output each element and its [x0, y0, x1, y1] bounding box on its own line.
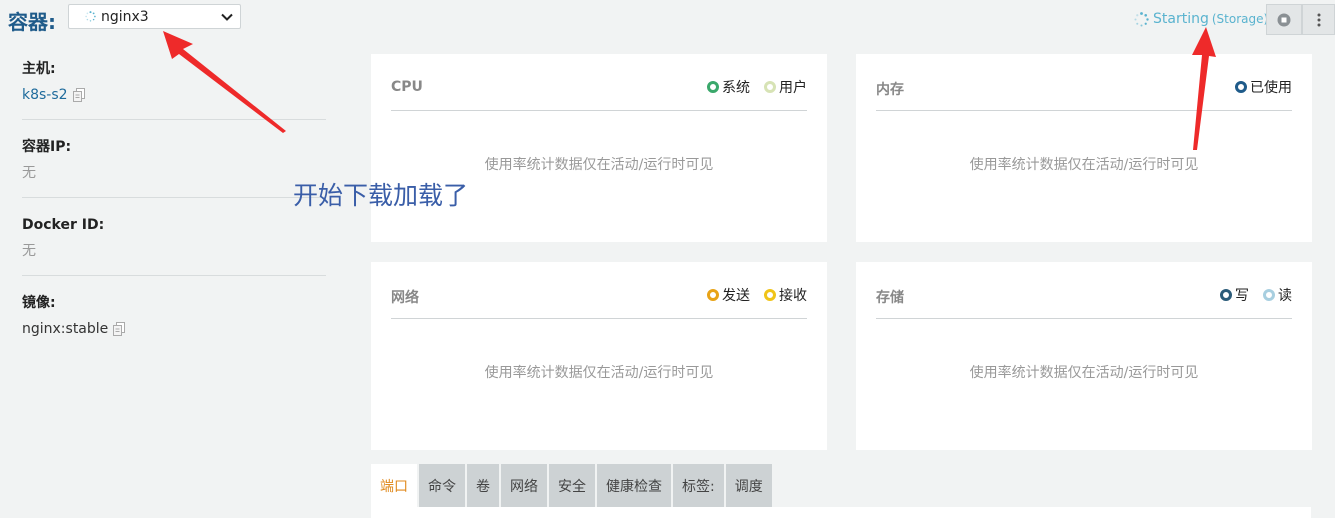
- legend-label: 发送: [722, 288, 750, 304]
- tab-health-check[interactable]: 健康检查: [597, 464, 671, 507]
- image-name: nginx:stable: [22, 321, 109, 337]
- info-value: 无: [22, 243, 36, 259]
- legend-item-read[interactable]: 读: [1263, 285, 1292, 305]
- container-select[interactable]: nginx3: [68, 4, 241, 29]
- card-title: 网络: [391, 290, 419, 306]
- legend: 系统 用户: [707, 77, 807, 97]
- info-docker-id: Docker ID: 无: [22, 210, 326, 276]
- legend-label: 系统: [722, 80, 750, 96]
- empty-message: 使用率统计数据仅在活动/运行时可见: [969, 157, 1199, 173]
- host-link[interactable]: k8s-s2: [22, 84, 68, 106]
- tab-volumes[interactable]: 卷: [467, 464, 499, 507]
- annotation-note: 开始下载加载了: [293, 181, 469, 210]
- legend-label: 用户: [779, 80, 807, 96]
- copy-icon[interactable]: [113, 322, 126, 336]
- legend-item-receive[interactable]: 接收: [764, 285, 807, 305]
- info-value: k8s-s2: [22, 84, 326, 106]
- legend: 已使用: [1235, 77, 1292, 97]
- status-subtext: (Storage): [1211, 12, 1269, 26]
- detail-tabs: 端口 命令 卷 网络 安全 健康检查 标签: 调度: [371, 464, 774, 507]
- storage-card: 存储 写 读 使用率统计数据仅在活动/运行时可见: [856, 262, 1312, 450]
- legend-dot-icon: [707, 81, 719, 93]
- tab-ports[interactable]: 端口: [371, 464, 417, 507]
- stop-button[interactable]: [1266, 4, 1302, 35]
- legend-item-user[interactable]: 用户: [764, 77, 807, 97]
- legend: 发送 接收: [707, 285, 807, 305]
- empty-message: 使用率统计数据仅在活动/运行时可见: [484, 365, 714, 381]
- card-title: 存储: [876, 290, 904, 306]
- info-value: 无: [22, 165, 36, 181]
- info-value: nginx:stable: [22, 318, 326, 340]
- legend-dot-icon: [764, 289, 776, 301]
- legend-dot-icon: [1235, 81, 1247, 93]
- tab-content: [371, 507, 1311, 518]
- memory-card: 内存 已使用 使用率统计数据仅在活动/运行时可见: [856, 54, 1312, 242]
- more-actions-button[interactable]: [1302, 4, 1335, 35]
- card-header: 内存 已使用: [876, 74, 1292, 111]
- info-image: 镜像: nginx:stable: [22, 288, 326, 353]
- stop-icon: [1277, 13, 1291, 26]
- copy-icon[interactable]: [72, 88, 85, 102]
- tab-command[interactable]: 命令: [419, 464, 465, 507]
- info-label: 镜像:: [22, 295, 56, 311]
- tab-scheduling[interactable]: 调度: [725, 464, 772, 507]
- legend-dot-icon: [1263, 289, 1275, 301]
- tab-labels[interactable]: 标签:: [673, 464, 724, 507]
- chevron-down-icon: [221, 13, 233, 21]
- card-header: CPU 系统 用户: [391, 74, 807, 111]
- empty-message: 使用率统计数据仅在活动/运行时可见: [969, 365, 1199, 381]
- container-info-panel: 主机: k8s-s2 容器IP: 无 Docker ID: 无 镜像: ngin…: [22, 54, 326, 365]
- legend-label: 读: [1278, 288, 1292, 304]
- loading-spinner-icon: [1134, 11, 1149, 27]
- cpu-card: CPU 系统 用户 使用率统计数据仅在活动/运行时可见: [371, 54, 827, 242]
- card-title: 内存: [876, 82, 904, 98]
- more-vertical-icon: [1317, 13, 1320, 26]
- info-container-ip: 容器IP: 无: [22, 132, 326, 198]
- tab-network[interactable]: 网络: [501, 464, 547, 507]
- info-label: 容器IP:: [22, 139, 72, 155]
- legend-label: 已使用: [1250, 80, 1292, 96]
- card-header: 存储 写 读: [876, 282, 1292, 319]
- legend-dot-icon: [1220, 289, 1232, 301]
- legend-label: 接收: [779, 288, 807, 304]
- legend-item-write[interactable]: 写: [1220, 285, 1249, 305]
- info-host: 主机: k8s-s2: [22, 54, 326, 120]
- page-title: 容器:: [8, 10, 56, 34]
- info-label: 主机:: [22, 61, 56, 77]
- loading-spinner-icon: [85, 11, 96, 22]
- container-select-value: nginx3: [101, 8, 149, 25]
- card-header: 网络 发送 接收: [391, 282, 807, 319]
- legend-item-send[interactable]: 发送: [707, 285, 750, 305]
- empty-message: 使用率统计数据仅在活动/运行时可见: [484, 157, 714, 173]
- status-indicator: Starting (Storage): [1134, 11, 1268, 27]
- info-label: Docker ID:: [22, 217, 105, 233]
- legend: 写 读: [1220, 285, 1292, 305]
- tab-security[interactable]: 安全: [549, 464, 595, 507]
- network-card: 网络 发送 接收 使用率统计数据仅在活动/运行时可见: [371, 262, 827, 450]
- legend-label: 写: [1235, 288, 1249, 304]
- status-text: Starting: [1153, 11, 1209, 27]
- legend-item-used[interactable]: 已使用: [1235, 77, 1292, 97]
- card-title: CPU: [391, 79, 423, 95]
- legend-dot-icon: [707, 289, 719, 301]
- legend-item-system[interactable]: 系统: [707, 77, 750, 97]
- legend-dot-icon: [764, 81, 776, 93]
